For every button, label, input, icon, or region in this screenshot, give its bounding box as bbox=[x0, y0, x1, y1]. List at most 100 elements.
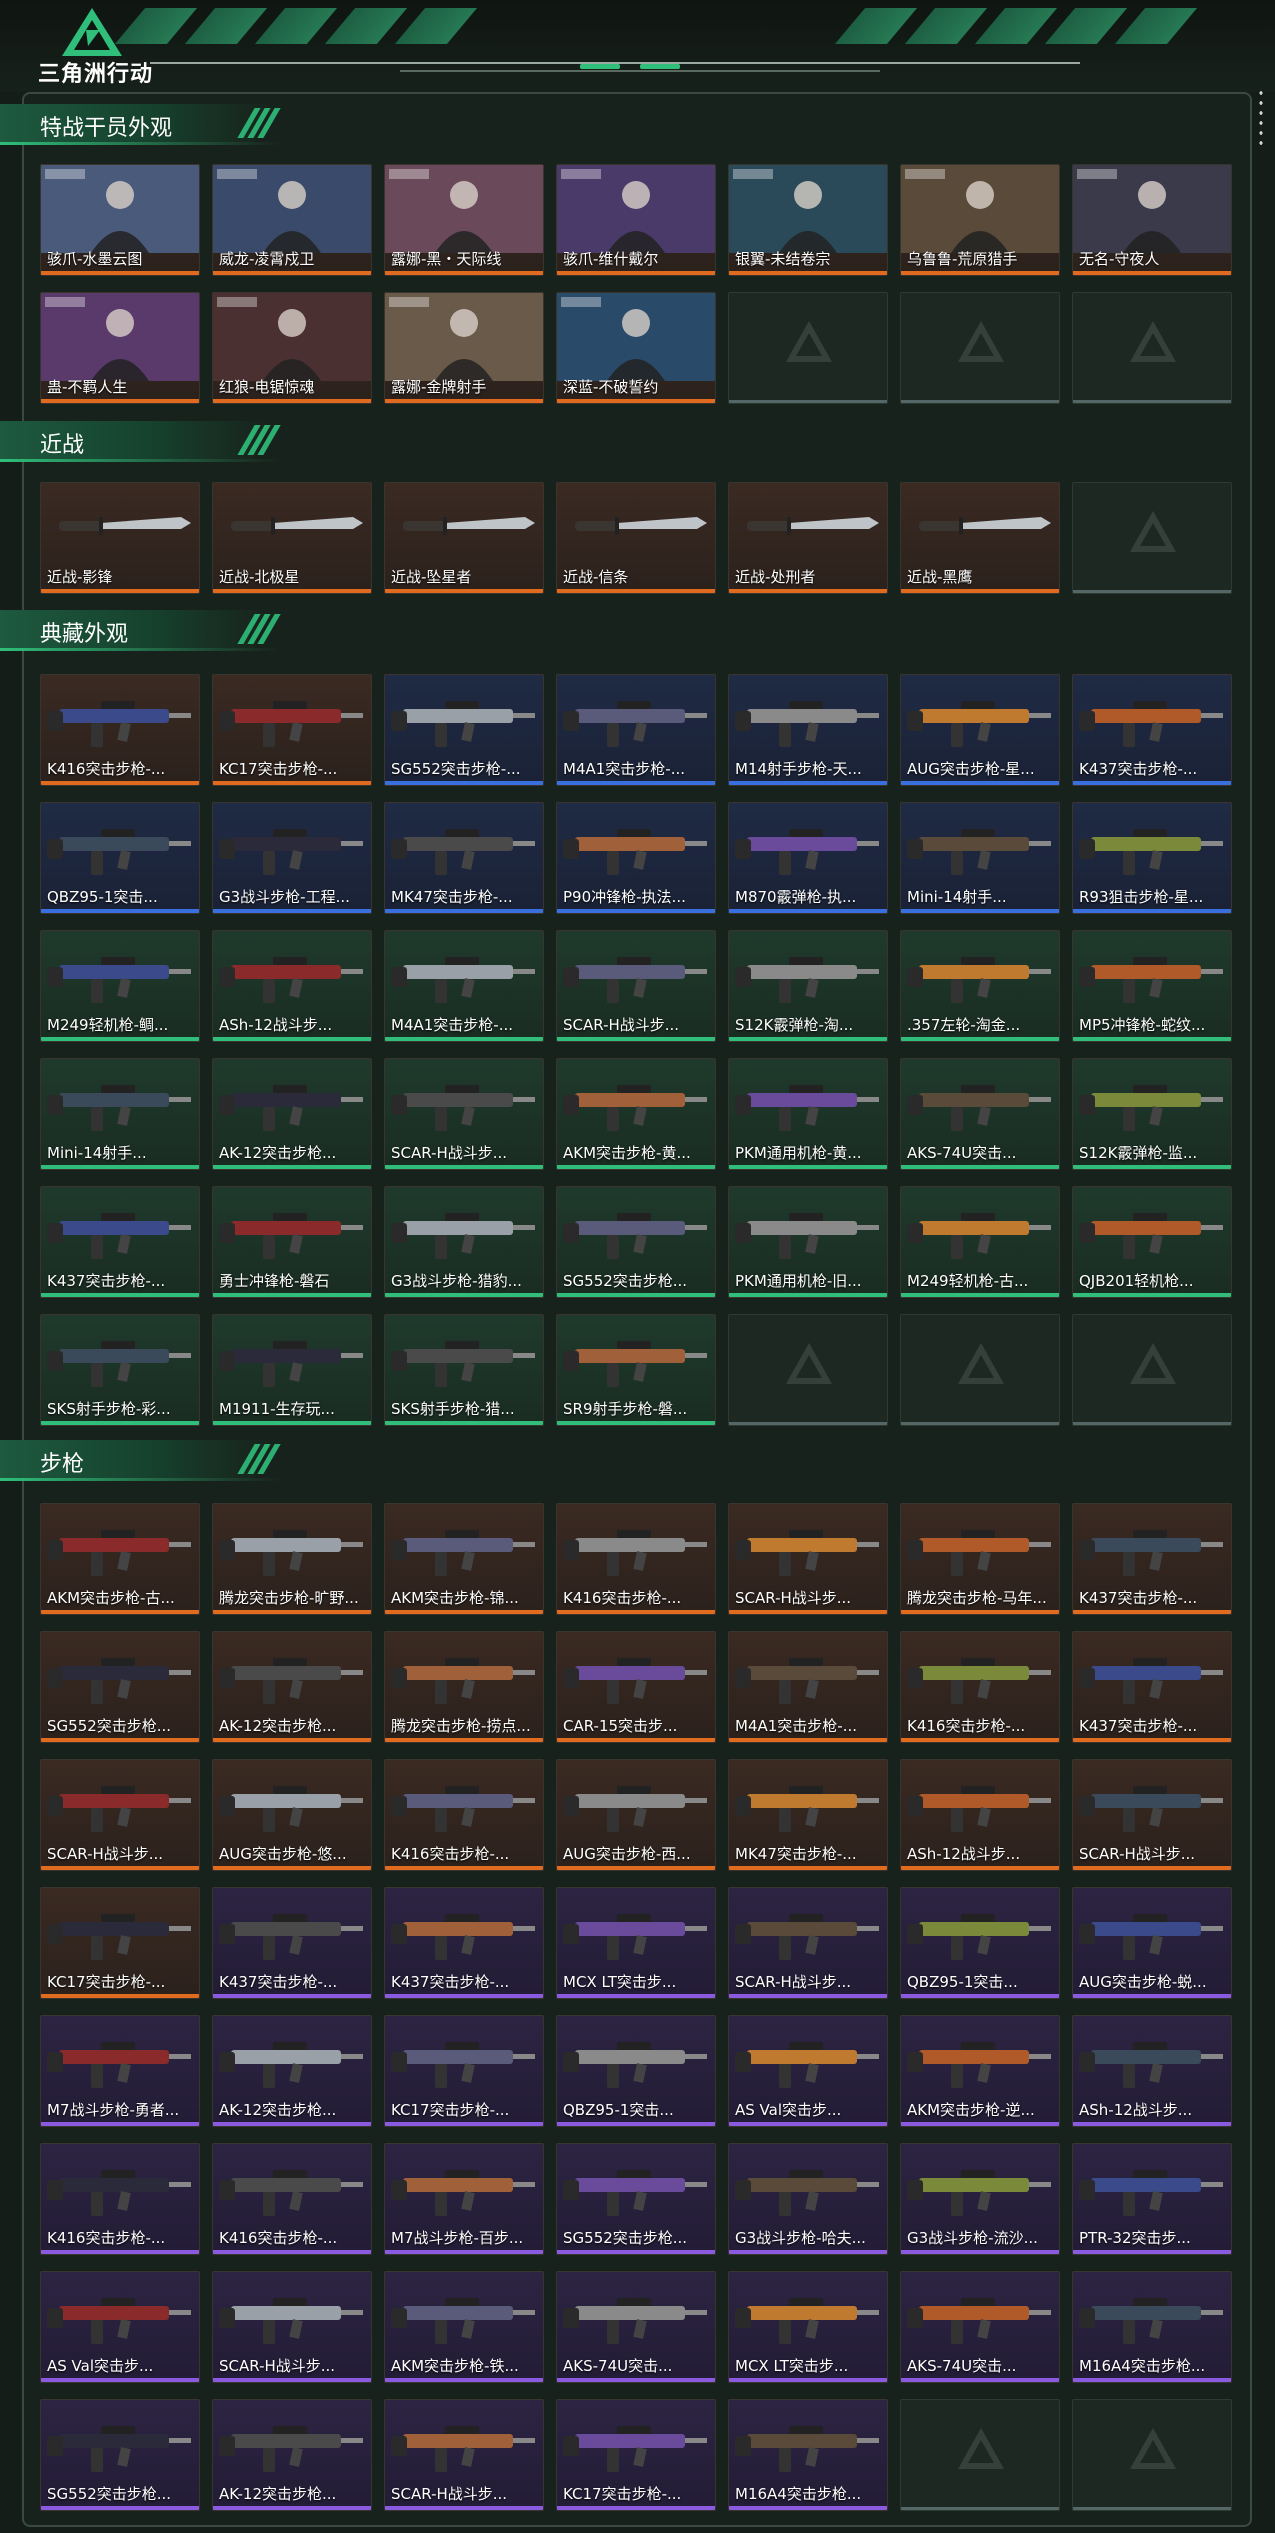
skin-card[interactable]: QJB201轻机枪... bbox=[1072, 1186, 1232, 1298]
skin-card[interactable]: 近战-北极星 bbox=[212, 482, 372, 594]
skin-card[interactable]: 深蓝-不破誓约 bbox=[556, 292, 716, 404]
skin-card[interactable]: AKM突击步枪-锦... bbox=[384, 1503, 544, 1615]
skin-card[interactable]: Mini-14射手... bbox=[900, 802, 1060, 914]
skin-card[interactable]: MCX LT突击步... bbox=[556, 1887, 716, 1999]
skin-card[interactable]: AKS-74U突击... bbox=[900, 1058, 1060, 1170]
skin-card[interactable]: S12K霰弹枪-监... bbox=[1072, 1058, 1232, 1170]
skin-card[interactable]: M4A1突击步枪-... bbox=[384, 930, 544, 1042]
skin-card[interactable]: SCAR-H战斗步... bbox=[384, 2399, 544, 2511]
skin-card[interactable]: KC17突击步枪-... bbox=[212, 674, 372, 786]
skin-card[interactable]: M4A1突击步枪-... bbox=[728, 1631, 888, 1743]
skin-card[interactable]: SKS射手步枪-彩... bbox=[40, 1314, 200, 1426]
skin-card[interactable]: AKS-74U突击... bbox=[556, 2271, 716, 2383]
skin-card[interactable]: M249轻机枪-古... bbox=[900, 1186, 1060, 1298]
skin-card[interactable]: M7战斗步枪-百步... bbox=[384, 2143, 544, 2255]
skin-card[interactable]: AKS-74U突击... bbox=[900, 2271, 1060, 2383]
skin-card[interactable]: R93狙击步枪-星... bbox=[1072, 802, 1232, 914]
skin-card[interactable]: AK-12突击步枪... bbox=[212, 2399, 372, 2511]
skin-card[interactable]: M4A1突击步枪-... bbox=[556, 674, 716, 786]
skin-card[interactable]: SG552突击步枪-... bbox=[384, 674, 544, 786]
skin-card[interactable]: K437突击步枪-... bbox=[384, 1887, 544, 1999]
skin-card[interactable]: S12K霰弹枪-淘... bbox=[728, 930, 888, 1042]
skin-card[interactable]: M16A4突击步枪... bbox=[728, 2399, 888, 2511]
skin-card[interactable]: AUG突击步枪-星... bbox=[900, 674, 1060, 786]
skin-card[interactable]: 银翼-未结卷宗 bbox=[728, 164, 888, 276]
skin-card[interactable]: AS Val突击步... bbox=[728, 2015, 888, 2127]
skin-card[interactable]: SCAR-H战斗步... bbox=[40, 1759, 200, 1871]
skin-card[interactable]: M870霰弹枪-执... bbox=[728, 802, 888, 914]
skin-card[interactable]: K416突击步枪-... bbox=[384, 1759, 544, 1871]
skin-card[interactable]: KC17突击步枪-... bbox=[556, 2399, 716, 2511]
skin-card[interactable]: 骇爪-维什戴尔 bbox=[556, 164, 716, 276]
skin-card[interactable]: .357左轮-淘金... bbox=[900, 930, 1060, 1042]
skin-card[interactable]: AKM突击步枪-铁... bbox=[384, 2271, 544, 2383]
skin-card[interactable]: SCAR-H战斗步... bbox=[728, 1503, 888, 1615]
skin-card[interactable]: K416突击步枪-... bbox=[40, 674, 200, 786]
skin-card[interactable]: QBZ95-1突击... bbox=[40, 802, 200, 914]
skin-card[interactable]: SG552突击步枪... bbox=[40, 1631, 200, 1743]
skin-card[interactable]: AUG突击步枪-悠... bbox=[212, 1759, 372, 1871]
skin-card[interactable]: M7战斗步枪-勇者... bbox=[40, 2015, 200, 2127]
skin-card[interactable]: G3战斗步枪-猎豹... bbox=[384, 1186, 544, 1298]
skin-card[interactable]: QBZ95-1突击... bbox=[900, 1887, 1060, 1999]
skin-card[interactable]: QBZ95-1突击... bbox=[556, 2015, 716, 2127]
skin-card[interactable]: MP5冲锋枪-蛇纹... bbox=[1072, 930, 1232, 1042]
skin-card[interactable]: MK47突击步枪-... bbox=[384, 802, 544, 914]
skin-card[interactable]: SCAR-H战斗步... bbox=[384, 1058, 544, 1170]
skin-card[interactable]: 乌鲁鲁-荒原猎手 bbox=[900, 164, 1060, 276]
skin-card[interactable]: 红狼-电锯惊魂 bbox=[212, 292, 372, 404]
skin-card[interactable]: AKM突击步枪-逆... bbox=[900, 2015, 1060, 2127]
skin-card[interactable]: 近战-黑鹰 bbox=[900, 482, 1060, 594]
skin-card[interactable]: M1911-生存玩... bbox=[212, 1314, 372, 1426]
skin-card[interactable]: AUG突击步枪-西... bbox=[556, 1759, 716, 1871]
skin-card[interactable]: AK-12突击步枪... bbox=[212, 1058, 372, 1170]
skin-card[interactable]: K416突击步枪-... bbox=[556, 1503, 716, 1615]
skin-card[interactable]: SCAR-H战斗步... bbox=[556, 930, 716, 1042]
skin-card[interactable]: 无名-守夜人 bbox=[1072, 164, 1232, 276]
skin-card[interactable]: SCAR-H战斗步... bbox=[212, 2271, 372, 2383]
skin-card[interactable]: AKM突击步枪-古... bbox=[40, 1503, 200, 1615]
skin-card[interactable]: 露娜-金牌射手 bbox=[384, 292, 544, 404]
skin-card[interactable]: M16A4突击步枪... bbox=[1072, 2271, 1232, 2383]
skin-card[interactable]: 近战-处刑者 bbox=[728, 482, 888, 594]
skin-card[interactable]: SKS射手步枪-猎... bbox=[384, 1314, 544, 1426]
skin-card[interactable]: G3战斗步枪-流沙... bbox=[900, 2143, 1060, 2255]
skin-card[interactable]: K437突击步枪-... bbox=[1072, 1503, 1232, 1615]
skin-card[interactable]: PKM通用机枪-旧... bbox=[728, 1186, 888, 1298]
skin-card[interactable]: MK47突击步枪-... bbox=[728, 1759, 888, 1871]
skin-card[interactable]: SG552突击步枪... bbox=[556, 1186, 716, 1298]
skin-card[interactable]: 勇士冲锋枪-磐石 bbox=[212, 1186, 372, 1298]
skin-card[interactable]: KC17突击步枪-... bbox=[384, 2015, 544, 2127]
skin-card[interactable]: AK-12突击步枪... bbox=[212, 2015, 372, 2127]
skin-card[interactable]: K416突击步枪-... bbox=[900, 1631, 1060, 1743]
skin-card[interactable]: 腾龙突击步枪-捞点... bbox=[384, 1631, 544, 1743]
skin-card[interactable]: 骇爪-水墨云图 bbox=[40, 164, 200, 276]
skin-card[interactable]: SG552突击步枪... bbox=[556, 2143, 716, 2255]
skin-card[interactable]: SG552突击步枪... bbox=[40, 2399, 200, 2511]
skin-card[interactable]: AUG突击步枪-蜕... bbox=[1072, 1887, 1232, 1999]
skin-card[interactable]: ASh-12战斗步... bbox=[1072, 2015, 1232, 2127]
skin-card[interactable]: SR9射手步枪-磐... bbox=[556, 1314, 716, 1426]
skin-card[interactable]: 腾龙突击步枪-旷野... bbox=[212, 1503, 372, 1615]
skin-card[interactable]: MCX LT突击步... bbox=[728, 2271, 888, 2383]
skin-card[interactable]: CAR-15突击步... bbox=[556, 1631, 716, 1743]
skin-card[interactable]: M14射手步枪-天... bbox=[728, 674, 888, 786]
skin-card[interactable]: 近战-坠星者 bbox=[384, 482, 544, 594]
skin-card[interactable]: AKM突击步枪-黄... bbox=[556, 1058, 716, 1170]
skin-card[interactable]: 近战-影锋 bbox=[40, 482, 200, 594]
skin-card[interactable]: PTR-32突击步... bbox=[1072, 2143, 1232, 2255]
skin-card[interactable]: P90冲锋枪-执法... bbox=[556, 802, 716, 914]
skin-card[interactable]: SCAR-H战斗步... bbox=[728, 1887, 888, 1999]
skin-card[interactable]: K437突击步枪-... bbox=[1072, 1631, 1232, 1743]
skin-card[interactable]: M249轻机枪-鲷... bbox=[40, 930, 200, 1042]
skin-card[interactable]: G3战斗步枪-哈夫... bbox=[728, 2143, 888, 2255]
skin-card[interactable]: 近战-信条 bbox=[556, 482, 716, 594]
skin-card[interactable]: G3战斗步枪-工程... bbox=[212, 802, 372, 914]
skin-card[interactable]: 威龙-凌霄戍卫 bbox=[212, 164, 372, 276]
skin-card[interactable]: 腾龙突击步枪-马年... bbox=[900, 1503, 1060, 1615]
skin-card[interactable]: SCAR-H战斗步... bbox=[1072, 1759, 1232, 1871]
skin-card[interactable]: AK-12突击步枪... bbox=[212, 1631, 372, 1743]
skin-card[interactable]: K437突击步枪-... bbox=[40, 1186, 200, 1298]
skin-card[interactable]: PKM通用机枪-黄... bbox=[728, 1058, 888, 1170]
skin-card[interactable]: 蛊-不羁人生 bbox=[40, 292, 200, 404]
